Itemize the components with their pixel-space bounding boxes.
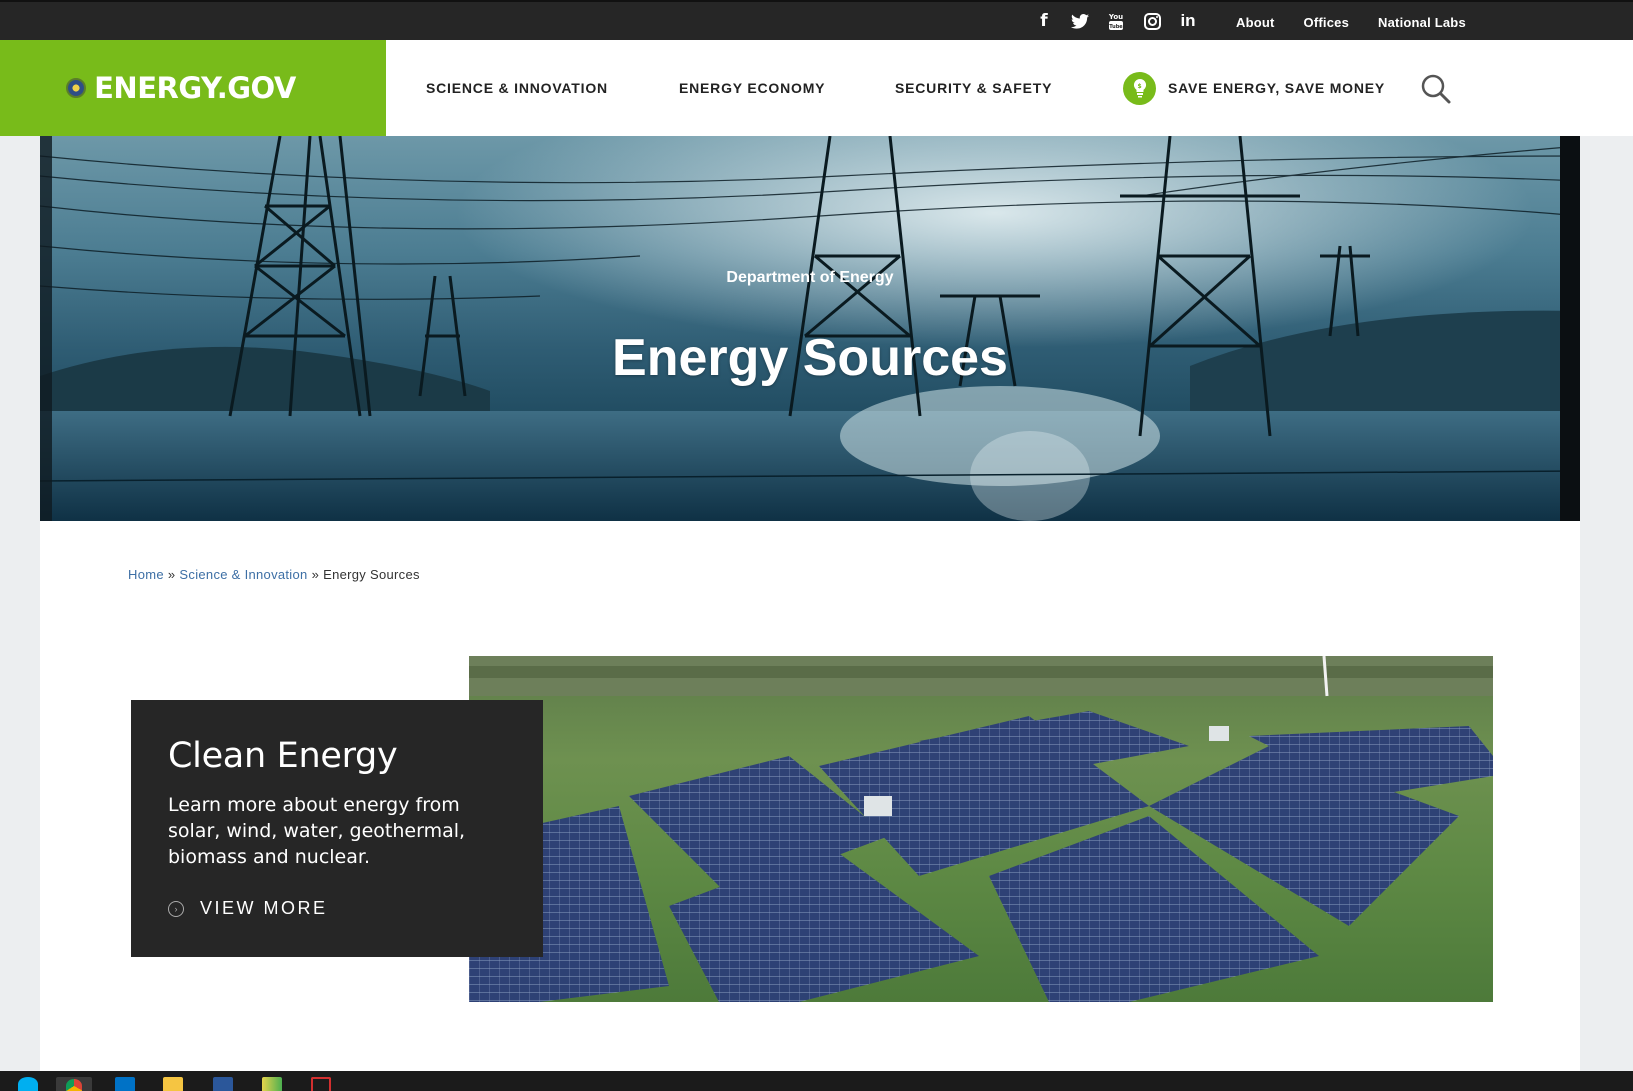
search-icon[interactable]	[1420, 73, 1452, 105]
nav-security-safety[interactable]: SECURITY & SAFETY	[895, 80, 1052, 96]
nav-save-energy[interactable]: $ SAVE ENERGY, SAVE MONEY	[1123, 71, 1386, 105]
breadcrumb-separator: »	[311, 567, 320, 582]
nav-save-energy-label: SAVE ENERGY, SAVE MONEY	[1168, 80, 1386, 96]
skype-icon[interactable]	[18, 1077, 38, 1091]
logo[interactable]: ENERGY.GOV	[0, 40, 386, 136]
view-more-label: VIEW MORE	[200, 898, 328, 918]
facebook-icon[interactable]: f	[1034, 11, 1054, 31]
doe-seal-icon	[66, 78, 87, 98]
chevron-right-icon: ›	[168, 900, 184, 917]
breadcrumb-home[interactable]: Home	[128, 567, 164, 582]
twitter-icon[interactable]	[1070, 11, 1090, 31]
view-more-link[interactable]: › VIEW MORE	[168, 898, 328, 919]
utility-bar: f You Tube in About Offices National Labs	[0, 0, 1633, 40]
breadcrumb-separator: »	[167, 567, 176, 582]
nav-science-innovation[interactable]: SCIENCE & INNOVATION	[426, 80, 608, 96]
main-content: Home» Science & Innovation» Energy Sources	[40, 521, 1580, 1071]
svg-text:You: You	[1108, 13, 1123, 21]
feature-description: Learn more about energy from solar, wind…	[168, 794, 466, 868]
solar-farm-image[interactable]	[469, 656, 1493, 1002]
national-labs-link[interactable]: National Labs	[1378, 15, 1466, 30]
instagram-icon[interactable]	[1142, 11, 1162, 31]
lightbulb-icon: $	[1123, 71, 1156, 105]
word-icon[interactable]	[213, 1077, 233, 1091]
linkedin-icon[interactable]: in	[1178, 11, 1198, 31]
svg-text:$: $	[1137, 83, 1142, 90]
app-icon[interactable]	[262, 1077, 282, 1091]
feature-title: Clean Energy	[168, 736, 398, 776]
breadcrumb-science-innovation[interactable]: Science & Innovation	[179, 567, 307, 582]
social-links: f You Tube in	[1034, 11, 1198, 31]
acrobat-icon[interactable]	[311, 1077, 331, 1091]
nav-energy-economy[interactable]: ENERGY ECONOMY	[679, 80, 825, 96]
offices-link[interactable]: Offices	[1304, 15, 1349, 30]
file-explorer-icon[interactable]	[163, 1077, 183, 1091]
breadcrumb-current: Energy Sources	[323, 567, 420, 582]
chrome-icon[interactable]	[56, 1077, 92, 1091]
outlook-icon[interactable]	[115, 1077, 135, 1091]
breadcrumb: Home» Science & Innovation» Energy Sources	[128, 567, 420, 582]
youtube-icon[interactable]: You Tube	[1106, 11, 1126, 31]
about-link[interactable]: About	[1236, 15, 1275, 30]
hero-supertitle: Department of Energy	[726, 269, 894, 286]
hero-banner: Department of Energy Energy Sources	[40, 136, 1580, 521]
feature-card: Clean Energy Learn more about energy fro…	[131, 700, 543, 957]
svg-text:Tube: Tube	[1109, 24, 1123, 30]
logo-text: ENERGY.GOV	[94, 71, 296, 105]
site-header: ENERGY.GOV SCIENCE & INNOVATION ENERGY E…	[0, 40, 1633, 136]
os-taskbar	[0, 1071, 1633, 1091]
page-title: Energy Sources	[612, 329, 1008, 387]
